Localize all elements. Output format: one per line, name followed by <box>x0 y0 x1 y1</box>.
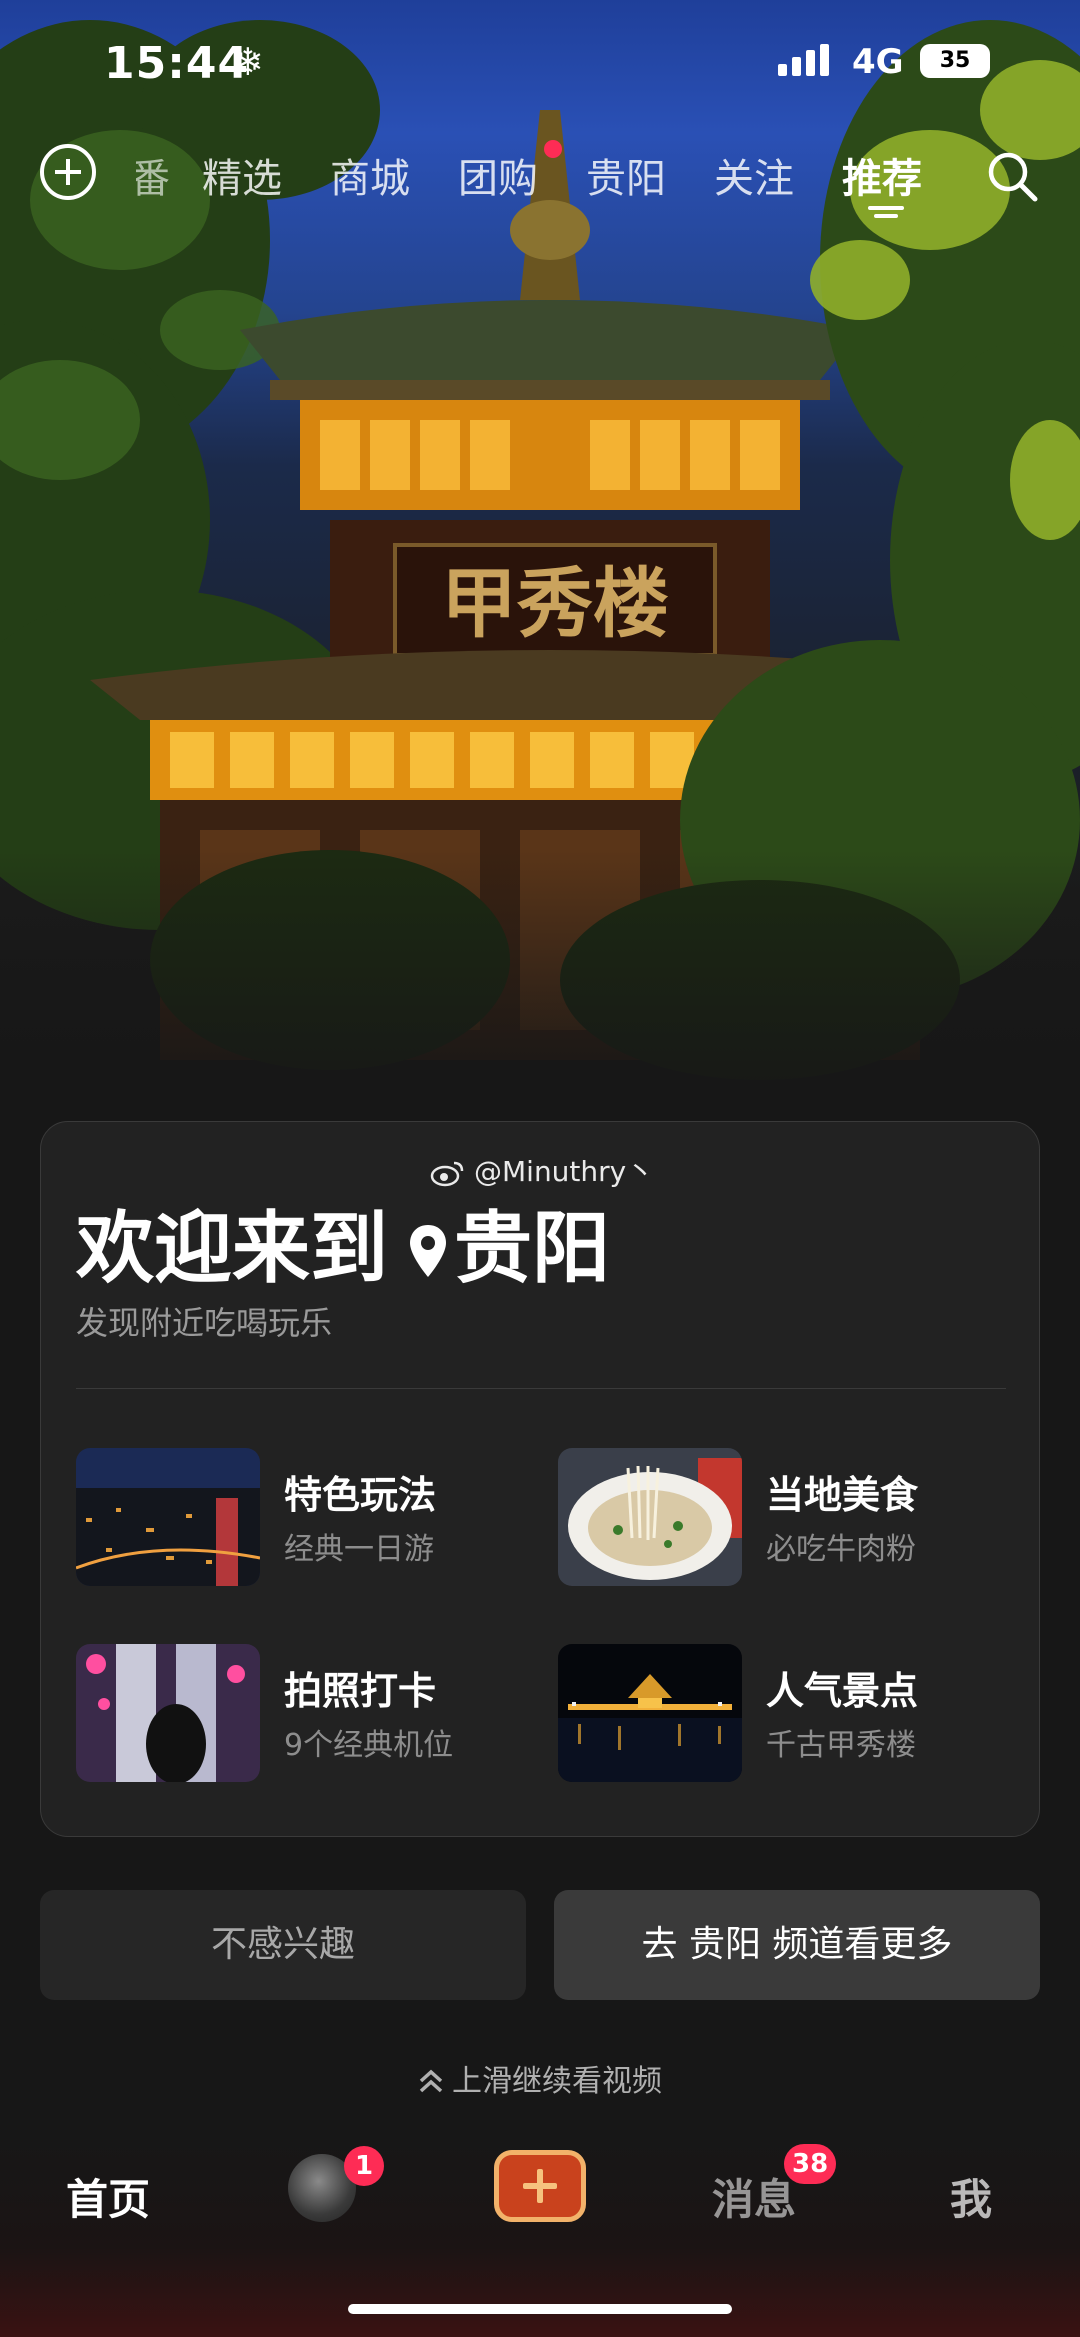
feature-item-title: 当地美食 <box>766 1473 919 1517</box>
card-divider <box>76 1388 1006 1389</box>
cellular-signal-icon <box>778 44 829 76</box>
beef-noodle-thumbnail <box>558 1448 742 1586</box>
city-night-thumbnail <box>76 1448 260 1586</box>
location-pin-icon <box>410 1225 447 1277</box>
feature-item-subtitle: 9个经典机位 <box>284 1728 454 1763</box>
tab-mall[interactable]: 商城 <box>330 146 410 204</box>
feature-item-play[interactable]: 特色玩法 经典一日游 <box>76 1448 526 1588</box>
welcome-title: 欢迎来到 贵阳 <box>76 1186 610 1298</box>
snowflake-icon: ❄ <box>232 40 264 84</box>
swipe-up-text: 上滑继续看视频 <box>452 2064 662 2099</box>
messages-badge: 38 <box>784 2144 837 2184</box>
watermark-text: @Minuthry丶 <box>474 1155 655 1188</box>
tab-recommended[interactable]: 推荐 <box>842 146 922 204</box>
tab-notification-dot <box>544 140 562 158</box>
feature-item-subtitle: 经典一日游 <box>284 1532 434 1567</box>
active-tab-indicator-2 <box>874 214 898 218</box>
feature-item-subtitle: 必吃牛肉粉 <box>766 1532 916 1567</box>
tab-partial[interactable]: 番 <box>136 146 170 204</box>
view-channel-button[interactable]: 去 贵阳 频道看更多 <box>554 1890 1040 2000</box>
photo-spot-thumbnail <box>76 1644 260 1782</box>
friends-badge: 1 <box>344 2146 384 2186</box>
pagoda-sign: 甲秀楼 <box>441 559 669 648</box>
status-bar: 15:44 ❄ 4G 35 <box>0 0 1080 120</box>
feature-item-title: 拍照打卡 <box>284 1669 437 1713</box>
feature-item-title: 人气景点 <box>766 1669 919 1713</box>
feature-item-attraction[interactable]: 人气景点 千古甲秀楼 <box>558 1644 1008 1784</box>
feature-item-photo[interactable]: 拍照打卡 9个经典机位 <box>76 1644 526 1784</box>
swipe-up-hint: 上滑继续看视频 <box>0 2056 1080 2100</box>
double-chevron-up-icon <box>419 2069 443 2093</box>
network-type: 4G <box>852 42 904 82</box>
tab-guiyang[interactable]: 贵阳 <box>586 146 666 204</box>
search-icon[interactable] <box>984 148 1040 204</box>
battery-level: 35 <box>939 48 971 73</box>
active-tab-indicator <box>868 206 904 210</box>
not-interested-button[interactable]: 不感兴趣 <box>40 1890 526 2000</box>
nav-me[interactable]: 我 <box>950 2166 992 2227</box>
status-time: 15:44 <box>104 38 250 89</box>
jiaxiu-pavilion-thumbnail <box>558 1644 742 1782</box>
welcome-subtitle: 发现附近吃喝玩乐 <box>76 1304 333 1342</box>
feature-item-food[interactable]: 当地美食 必吃牛肉粉 <box>558 1448 1008 1588</box>
home-indicator[interactable] <box>348 2304 732 2314</box>
feature-item-subtitle: 千古甲秀楼 <box>766 1728 916 1763</box>
feature-item-title: 特色玩法 <box>284 1473 437 1517</box>
top-nav: 番 精选 商城 团购 贵阳 关注 推荐 <box>0 140 1080 220</box>
battery-icon: 35 <box>920 44 990 78</box>
add-icon[interactable] <box>40 144 96 200</box>
weibo-icon <box>430 1161 464 1187</box>
nav-messages[interactable]: 消息 <box>712 2166 796 2227</box>
tab-featured[interactable]: 精选 <box>202 146 282 204</box>
watermark: @Minuthry丶 <box>430 1150 654 1190</box>
welcome-city[interactable]: 贵阳 <box>454 1204 610 1294</box>
tab-group-buy[interactable]: 团购 <box>458 146 538 204</box>
nav-home[interactable]: 首页 <box>66 2166 150 2227</box>
create-post-button[interactable] <box>494 2150 586 2222</box>
welcome-prefix: 欢迎来到 <box>76 1204 389 1294</box>
tab-following[interactable]: 关注 <box>714 146 794 204</box>
